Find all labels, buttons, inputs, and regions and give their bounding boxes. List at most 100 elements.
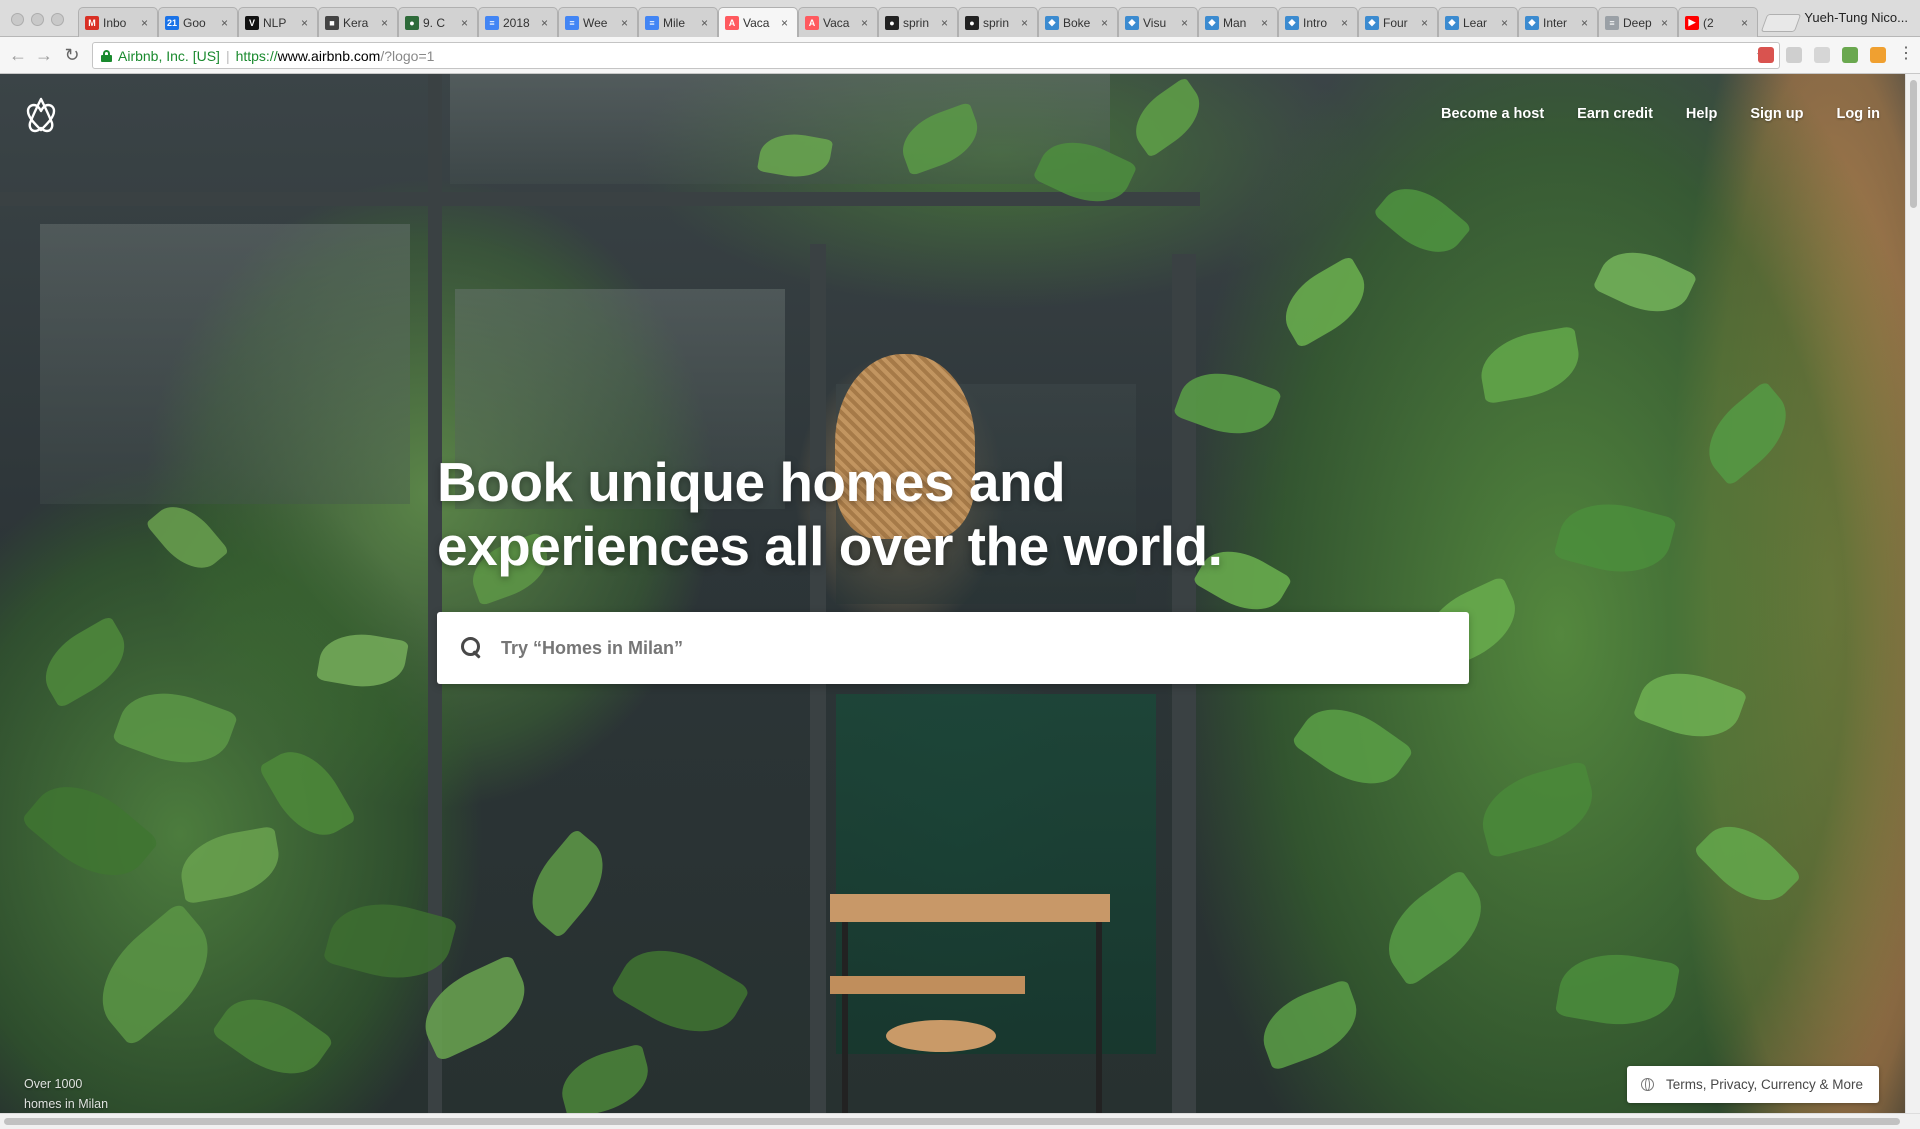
- browser-menu-icon[interactable]: ⋮: [1896, 43, 1916, 63]
- extension-gray-icon[interactable]: [1814, 47, 1830, 63]
- back-icon[interactable]: ←: [8, 45, 28, 66]
- tab-title: Vaca: [823, 15, 850, 30]
- browser-tab[interactable]: 21 Goo ×: [158, 7, 238, 37]
- docs-icon: ≡: [565, 15, 579, 30]
- browser-tab[interactable]: ◆ Lear ×: [1438, 7, 1518, 37]
- leaf: [1252, 978, 1368, 1072]
- log-in-link[interactable]: Log in: [1837, 106, 1881, 122]
- top-navigation: Become a host Earn credit Help Sign up L…: [1408, 106, 1880, 122]
- browser-tab[interactable]: M Inbo ×: [78, 7, 158, 37]
- browser-tab[interactable]: ≡ Wee ×: [558, 7, 638, 37]
- window-close-button[interactable]: [11, 13, 24, 26]
- tab-close-icon[interactable]: ×: [461, 16, 471, 30]
- leaf: [1693, 809, 1802, 918]
- browser-tab[interactable]: ● sprin ×: [958, 7, 1038, 37]
- browser-tab[interactable]: ◆ Four ×: [1358, 7, 1438, 37]
- leaf: [32, 615, 138, 709]
- search-input[interactable]: [501, 628, 1421, 668]
- vertical-scrollbar[interactable]: [1905, 74, 1920, 1113]
- terms-privacy-currency-button[interactable]: Terms, Privacy, Currency & More: [1626, 1066, 1879, 1103]
- browser-tab[interactable]: A Vaca ×: [798, 7, 878, 37]
- tab-close-icon[interactable]: ×: [1021, 16, 1031, 30]
- leaf: [1472, 760, 1603, 859]
- v-logo-icon: V: [245, 15, 259, 30]
- search-bar[interactable]: [437, 612, 1469, 684]
- tab-close-icon[interactable]: ×: [301, 16, 311, 30]
- browser-tab[interactable]: ◆ Inter ×: [1518, 7, 1598, 37]
- tab-close-icon[interactable]: ×: [621, 16, 631, 30]
- tab-title: Boke: [1063, 15, 1091, 30]
- browser-tab[interactable]: A Vaca ×: [718, 7, 798, 37]
- browser-tab[interactable]: V NLP ×: [238, 7, 318, 37]
- become-host-link[interactable]: Become a host: [1441, 106, 1544, 122]
- window-zoom-button[interactable]: [51, 13, 64, 26]
- window-frame-beam: [0, 192, 1200, 206]
- extension-red-icon[interactable]: [1758, 47, 1774, 63]
- browser-tab[interactable]: ◆ Boke ×: [1038, 7, 1118, 37]
- browser-tab[interactable]: ◆ Man ×: [1198, 7, 1278, 37]
- forward-icon[interactable]: →: [34, 45, 54, 66]
- caption-line-1: Over 1000: [24, 1077, 83, 1091]
- extension-orange-icon[interactable]: [1870, 47, 1886, 63]
- horizontal-scroll-thumb[interactable]: [4, 1118, 1900, 1125]
- browser-tab[interactable]: ■ Kera ×: [318, 7, 398, 37]
- extension-shield-icon[interactable]: [1786, 47, 1802, 63]
- browser-tab-bar: M Inbo × 21 Goo × V NLP × ■ Kera × ● 9. C × ≡ 2018 × ≡ Wee ×…: [0, 0, 1920, 37]
- github-icon: ●: [885, 15, 899, 30]
- browser-tab[interactable]: ≡ Mile ×: [638, 7, 718, 37]
- tab-close-icon[interactable]: ×: [1741, 16, 1751, 30]
- tab-close-icon[interactable]: ×: [1661, 16, 1671, 30]
- gmail-icon: M: [85, 15, 99, 30]
- browser-tab[interactable]: ◆ Intro ×: [1278, 7, 1358, 37]
- vertical-scroll-thumb[interactable]: [1910, 80, 1917, 208]
- new-tab-button[interactable]: [1760, 14, 1802, 32]
- earn-credit-link[interactable]: Earn credit: [1577, 106, 1653, 122]
- tab-close-icon[interactable]: ×: [1341, 16, 1351, 30]
- tab-close-icon[interactable]: ×: [861, 16, 871, 30]
- tab-close-icon[interactable]: ×: [381, 16, 391, 30]
- tab-close-icon[interactable]: ×: [1581, 16, 1591, 30]
- tab-close-icon[interactable]: ×: [1501, 16, 1511, 30]
- tab-title: Mile: [663, 15, 686, 30]
- tab-close-icon[interactable]: ×: [1421, 16, 1431, 30]
- browser-tab[interactable]: ◆ Visu ×: [1118, 7, 1198, 37]
- horizontal-scrollbar[interactable]: [0, 1113, 1920, 1129]
- leaf: [316, 627, 409, 694]
- profile-name[interactable]: Yueh-Tung Nico...: [1804, 10, 1908, 25]
- tab-title: NLP: [263, 15, 287, 30]
- leaf: [210, 979, 335, 1094]
- browser-tab[interactable]: ≡ 2018 ×: [478, 7, 558, 37]
- airbnb-logo-icon[interactable]: [24, 96, 58, 134]
- browser-tab[interactable]: ● sprin ×: [878, 7, 958, 37]
- tab-close-icon[interactable]: ×: [541, 16, 551, 30]
- ev-certificate-label[interactable]: Airbnb, Inc. [US]: [118, 48, 220, 64]
- tab-close-icon[interactable]: ×: [701, 16, 711, 30]
- cork-table-leg: [842, 922, 848, 1113]
- tab-title: Lear: [1463, 15, 1488, 30]
- tab-close-icon[interactable]: ×: [941, 16, 951, 30]
- reload-icon[interactable]: ↻: [62, 45, 82, 66]
- leaf: [111, 677, 239, 779]
- tab-close-icon[interactable]: ×: [221, 16, 231, 30]
- tab-close-icon[interactable]: ×: [781, 16, 791, 30]
- tab-close-icon[interactable]: ×: [1261, 16, 1271, 30]
- tab-close-icon[interactable]: ×: [1181, 16, 1191, 30]
- footer-button-label: Terms, Privacy, Currency & More: [1665, 1077, 1863, 1092]
- browser-tab[interactable]: ▶ (2 ×: [1678, 7, 1758, 37]
- browser-tab[interactable]: ≡ Deep ×: [1598, 7, 1678, 37]
- tab-close-icon[interactable]: ×: [1101, 16, 1111, 30]
- tab-close-icon[interactable]: ×: [141, 16, 151, 30]
- window-minimize-button[interactable]: [31, 13, 44, 26]
- leaf: [79, 901, 231, 1047]
- lock-icon: [101, 49, 112, 62]
- browser-tab[interactable]: ● 9. C ×: [398, 7, 478, 37]
- docs-icon: ≡: [645, 15, 659, 30]
- extension-green-icon[interactable]: [1842, 47, 1858, 63]
- tab-title: 9. C: [423, 15, 446, 30]
- cork-bench: [830, 976, 1025, 994]
- help-link[interactable]: Help: [1686, 106, 1717, 122]
- url-host: www.airbnb.com: [277, 47, 381, 64]
- sign-up-link[interactable]: Sign up: [1750, 106, 1803, 122]
- address-bar[interactable]: Airbnb, Inc. [US] | https:// www.airbnb.…: [92, 42, 1780, 69]
- github-icon: ●: [965, 15, 979, 30]
